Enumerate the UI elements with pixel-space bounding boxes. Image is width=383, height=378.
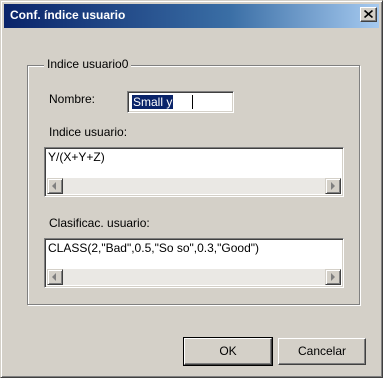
text-cursor [192,95,193,109]
indice-scroll-left-button[interactable] [47,178,63,194]
group-legend: Indice usuario0 [44,57,132,71]
clasificac-scroll-right-button[interactable] [325,269,341,285]
title-bar[interactable]: Conf. índice usuario [4,4,379,28]
cancel-button[interactable]: Cancelar [278,338,366,365]
nombre-label: Nombre: [49,92,96,106]
window-title: Conf. índice usuario [10,8,126,22]
nombre-input[interactable]: Small y [127,91,234,113]
indice-value: Y/(X+Y+Z) [48,150,105,164]
indice-textarea[interactable]: Y/(X+Y+Z) [44,147,344,197]
clasificac-textarea[interactable]: CLASS(2,"Bad",0.5,"So so",0.3,"Good") [44,238,344,288]
clasificac-value: CLASS(2,"Bad",0.5,"So so",0.3,"Good") [48,241,260,255]
indice-label: Indice usuario: [49,125,128,139]
indice-scroll-right-button[interactable] [325,178,341,194]
close-button[interactable] [360,7,377,22]
ok-button[interactable]: OK [183,337,273,366]
nombre-value: Small y [132,95,174,109]
clasificac-hscrollbar[interactable] [47,269,341,285]
config-dialog: Conf. índice usuario Indice usuario0 Nom… [0,0,383,378]
indice-hscrollbar[interactable] [47,178,341,194]
clasificac-label: Clasificac. usuario: [49,216,150,230]
clasificac-scroll-left-button[interactable] [47,269,63,285]
